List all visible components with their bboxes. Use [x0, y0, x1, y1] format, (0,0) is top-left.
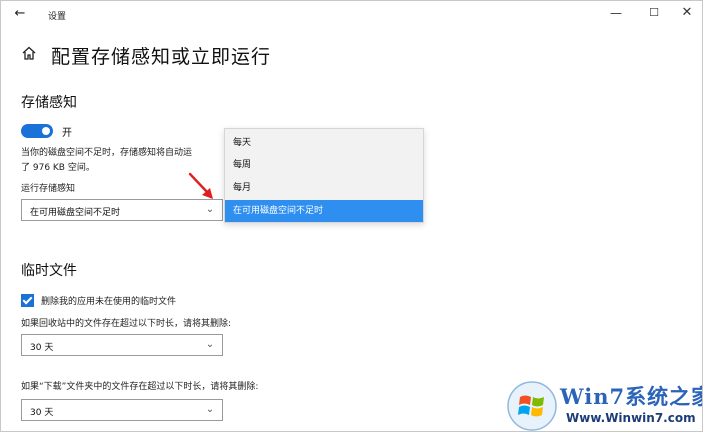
- maximize-button[interactable]: ☐: [637, 3, 671, 23]
- option-daily[interactable]: 每天: [225, 132, 423, 154]
- title-bar: ← 设置 — ☐ ✕: [1, 1, 702, 29]
- toggle-state-label: 开: [62, 128, 72, 139]
- minimize-button[interactable]: —: [599, 3, 633, 23]
- delete-temp-files-checkbox[interactable]: [21, 294, 34, 307]
- option-low-disk-space[interactable]: 在可用磁盘空间不足时: [225, 200, 423, 222]
- run-storage-sense-label: 运行存储感知: [21, 184, 76, 194]
- red-arrow-icon: [188, 172, 213, 199]
- recycle-select-value: 30 天: [30, 343, 54, 353]
- chevron-down-icon: ⌄: [205, 404, 215, 415]
- storage-sense-description-cont: 了 976 KB 空间。: [21, 163, 95, 173]
- run-frequency-dropdown: 每天 每周 每月 在可用磁盘空间不足时: [224, 128, 424, 223]
- window-title: 设置: [48, 12, 67, 22]
- delete-temp-files-label: 删除我的应用未在使用的临时文件: [41, 297, 177, 307]
- chevron-down-icon: ⌄: [205, 204, 215, 215]
- option-weekly[interactable]: 每周: [225, 154, 423, 176]
- option-monthly[interactable]: 每月: [225, 177, 423, 199]
- storage-sense-description: 当你的磁盘空间不足时，存储感知将自动运: [21, 148, 193, 158]
- temp-files-heading: 临时文件: [21, 263, 77, 279]
- site-watermark: Win7系统之家 Www.Winwin7.com: [506, 378, 703, 431]
- windows-logo-icon: [507, 381, 557, 431]
- recycle-bin-select[interactable]: 30 天 ⌄: [21, 334, 223, 356]
- storage-sense-heading: 存储感知: [21, 95, 77, 111]
- watermark-url: Www.Winwin7.com: [566, 411, 696, 425]
- recycle-bin-label: 如果回收站中的文件存在超过以下时长，请将其删除:: [21, 319, 232, 329]
- close-button[interactable]: ✕: [670, 3, 702, 23]
- page-title: 配置存储感知或立即运行: [51, 46, 272, 68]
- watermark-title: Win7系统之家: [560, 384, 703, 409]
- downloads-select[interactable]: 30 天 ⌄: [21, 399, 223, 421]
- run-select-value: 在可用磁盘空间不足时: [30, 208, 121, 218]
- downloads-select-value: 30 天: [30, 408, 54, 418]
- storage-sense-toggle[interactable]: [21, 124, 53, 138]
- chevron-down-icon: ⌄: [205, 339, 215, 350]
- back-arrow-icon[interactable]: ←: [9, 5, 31, 23]
- settings-window: ← 设置 — ☐ ✕ 配置存储感知或立即运行 存储感知 开 当你的磁盘空间不足时…: [0, 0, 703, 432]
- downloads-label: 如果“下载”文件夹中的文件存在超过以下时长，请将其删除:: [21, 382, 259, 392]
- home-icon[interactable]: [21, 45, 37, 61]
